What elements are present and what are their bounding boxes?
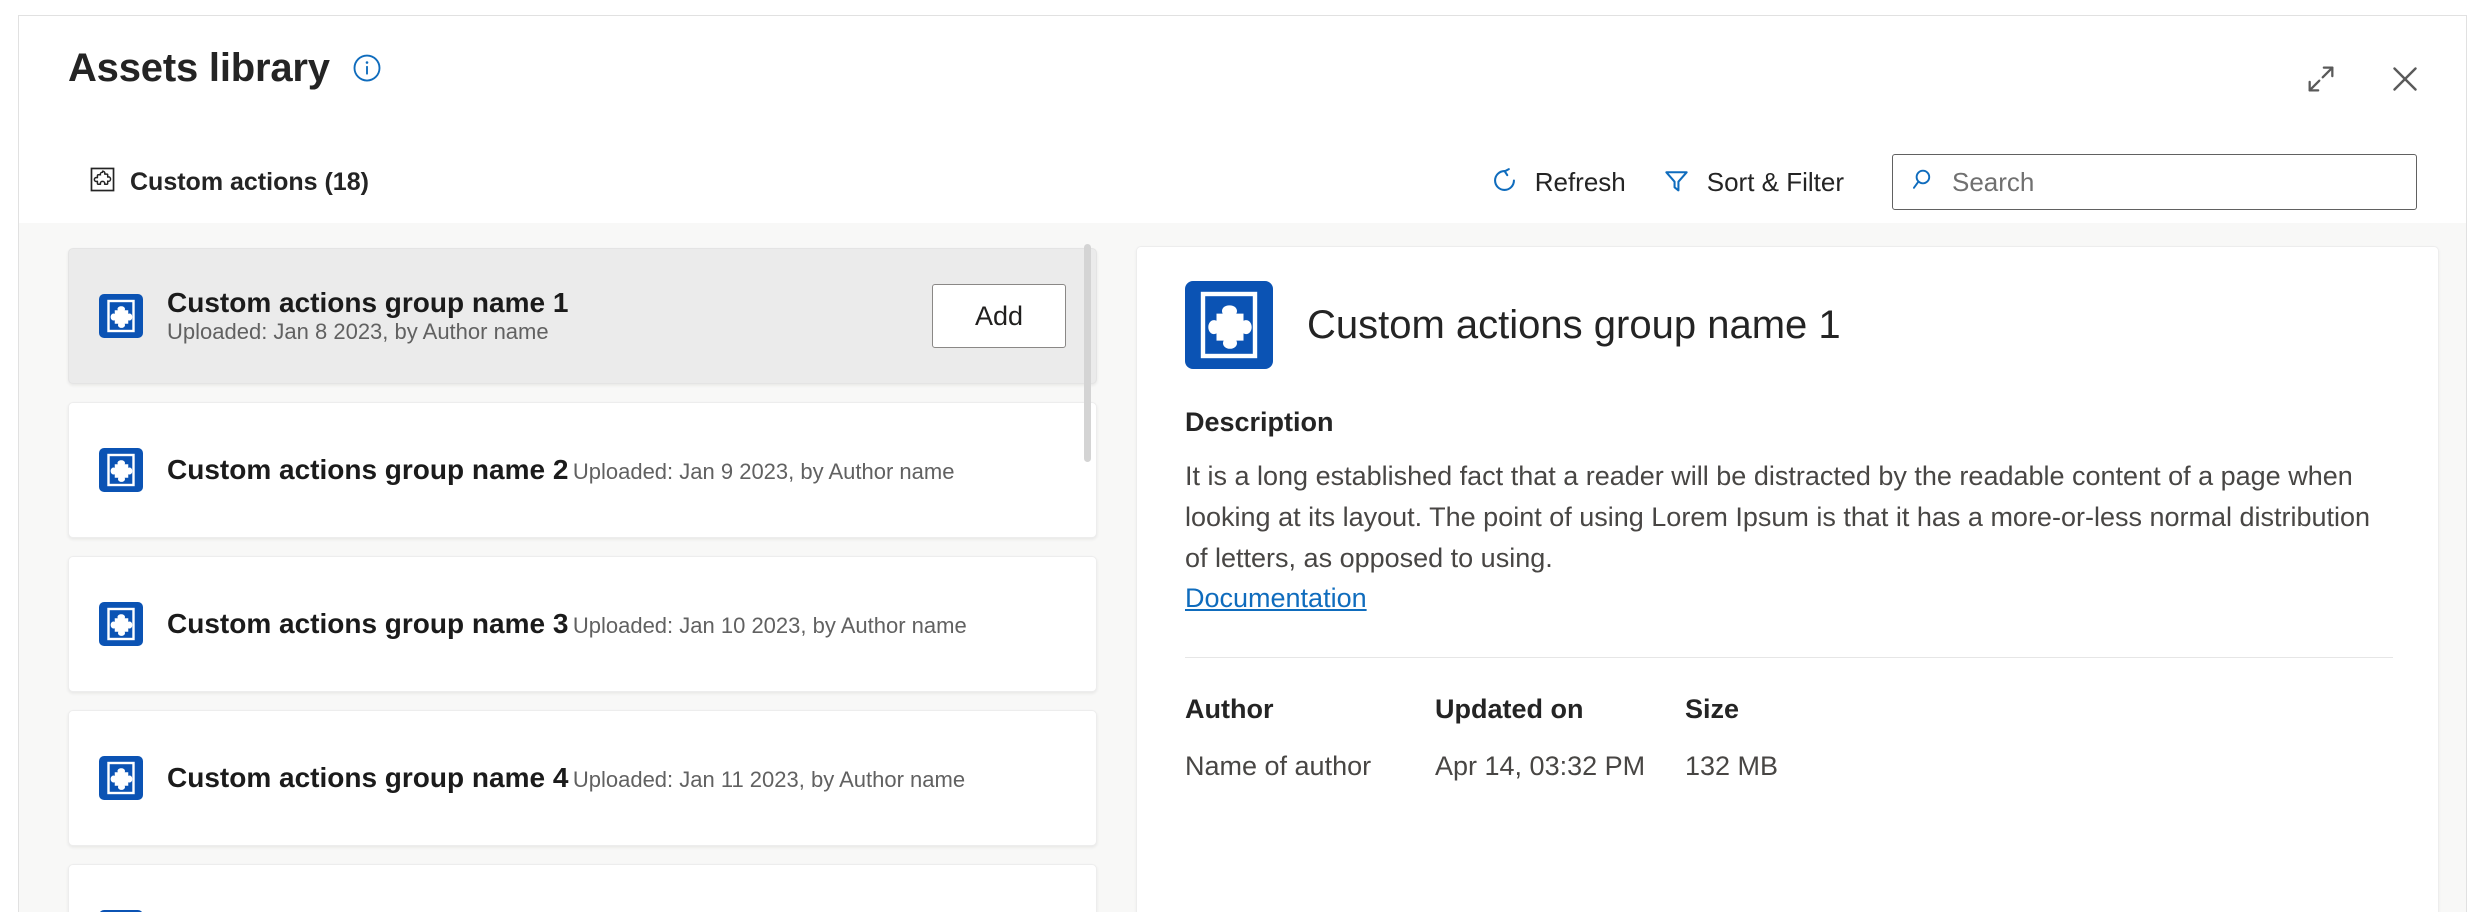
expand-icon[interactable] [2300, 58, 2342, 100]
metadata-value: Apr 14, 03:32 PM [1435, 751, 1685, 782]
refresh-icon [1490, 166, 1519, 198]
title-row: Assets library [68, 48, 382, 88]
assets-library-dialog: Assets library [18, 15, 2467, 912]
list-item-meta: Uploaded: Jan 10 2023, by Author name [573, 613, 967, 638]
dialog-body: Custom actions group name 1 Uploaded: Ja… [19, 223, 2466, 912]
list-item[interactable]: Custom actions group name 3 Uploaded: Ja… [68, 556, 1097, 692]
list-item-meta: Uploaded: Jan 11 2023, by Author name [573, 767, 965, 792]
custom-actions-tile-icon [99, 910, 143, 912]
refresh-label: Refresh [1535, 167, 1626, 198]
list-scrollbar[interactable] [1082, 241, 1092, 912]
add-button[interactable]: Add [932, 284, 1066, 348]
documentation-link[interactable]: Documentation [1185, 583, 1367, 614]
list-item-meta: Uploaded: Jan 8 2023, by Author name [167, 319, 549, 344]
list-item[interactable]: Custom actions group name 2 Uploaded: Ja… [68, 402, 1097, 538]
close-icon[interactable] [2384, 58, 2426, 100]
search-icon [1911, 166, 1938, 198]
description-text: It is a long established fact that a rea… [1185, 456, 2375, 579]
list-item[interactable]: Custom actions group name 4 Uploaded: Ja… [68, 710, 1097, 846]
custom-actions-tile-icon [99, 756, 143, 800]
refresh-button[interactable]: Refresh [1472, 156, 1644, 208]
list-item-text: Custom actions group name 4 Uploaded: Ja… [167, 762, 1066, 794]
search-placeholder: Search [1952, 167, 2034, 198]
list-item-meta: Uploaded: Jan 9 2023, by Author name [573, 459, 955, 484]
info-icon[interactable] [352, 53, 382, 83]
custom-actions-tile-icon [99, 294, 143, 338]
detail-title: Custom actions group name 1 [1307, 303, 1841, 348]
metadata-updated-on: Updated on Apr 14, 03:32 PM [1435, 694, 1685, 782]
custom-actions-tile-icon [99, 448, 143, 492]
list-scrollbar-thumb[interactable] [1084, 244, 1091, 462]
custom-actions-tile-icon [99, 602, 143, 646]
list-item-text: Custom actions group name 1 Uploaded: Ja… [167, 287, 932, 345]
filter-icon [1662, 166, 1691, 198]
description-label: Description [1185, 407, 2393, 438]
metadata-author: Author Name of author [1185, 694, 1435, 782]
page-title: Assets library [68, 48, 330, 88]
detail-header: Custom actions group name 1 [1185, 281, 2393, 369]
list-item-name: Custom actions group name 1 [167, 287, 568, 318]
list-item-name: Custom actions group name 3 [167, 608, 568, 639]
window-buttons [2300, 58, 2426, 100]
breadcrumb-label: Custom actions (18) [130, 168, 369, 197]
breadcrumb: Custom actions (18) [89, 166, 369, 198]
sort-filter-button[interactable]: Sort & Filter [1644, 156, 1862, 208]
list-item[interactable]: Custom actions group name 5 Uploaded: Ja… [68, 864, 1097, 912]
dialog-header: Assets library [19, 16, 2466, 223]
list-item-text: Custom actions group name 2 Uploaded: Ja… [167, 454, 1066, 486]
sort-filter-label: Sort & Filter [1707, 167, 1844, 198]
assets-list: Custom actions group name 1 Uploaded: Ja… [19, 223, 1117, 912]
list-item-text: Custom actions group name 3 Uploaded: Ja… [167, 608, 1066, 640]
toolbar: Refresh Sort & Filter [1472, 154, 2417, 210]
metadata-size: Size 132 MB [1685, 694, 1935, 782]
subheader: Custom actions (18) Refresh [19, 142, 2466, 222]
detail-panel: Custom actions group name 1 Description … [1136, 246, 2439, 912]
metadata-label: Size [1685, 694, 1935, 725]
metadata-value: 132 MB [1685, 751, 1935, 782]
metadata-label: Author [1185, 694, 1435, 725]
list-item-name: Custom actions group name 4 [167, 762, 568, 793]
list-item[interactable]: Custom actions group name 1 Uploaded: Ja… [68, 248, 1097, 384]
metadata-value: Name of author [1185, 751, 1435, 782]
custom-actions-icon [89, 166, 116, 198]
detail-divider [1185, 657, 2393, 658]
list-item-name: Custom actions group name 2 [167, 454, 568, 485]
custom-actions-tile-icon [1185, 281, 1273, 369]
search-input[interactable]: Search [1892, 154, 2417, 210]
metadata-label: Updated on [1435, 694, 1685, 725]
detail-metadata: Author Name of author Updated on Apr 14,… [1185, 694, 2393, 782]
